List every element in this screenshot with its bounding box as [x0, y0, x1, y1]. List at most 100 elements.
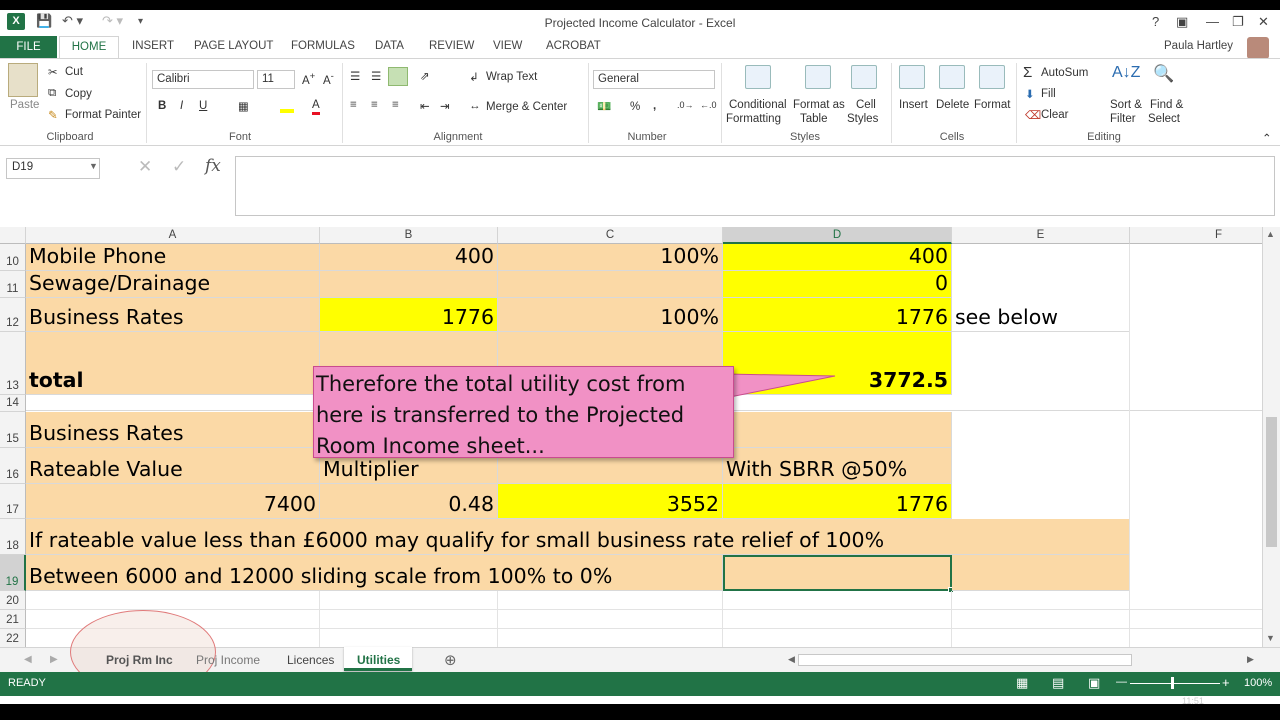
page-layout-view-icon[interactable]: ▤ — [1052, 675, 1064, 691]
cell-b12[interactable]: 1776 — [320, 298, 498, 332]
cell-styles-label2[interactable]: Styles — [847, 113, 878, 125]
decrease-decimal-icon[interactable]: ←.0 — [700, 100, 717, 110]
clear-button[interactable]: Clear — [1041, 109, 1068, 121]
row-header[interactable]: 18 — [0, 519, 26, 555]
insert-function-button[interactable]: fx — [205, 156, 221, 176]
cell-e12[interactable]: see below — [952, 298, 1130, 332]
fill-color-icon[interactable] — [280, 101, 294, 113]
row-header[interactable]: 12 — [0, 298, 26, 332]
paste-icon[interactable] — [8, 63, 38, 97]
scroll-down-icon[interactable]: ▼ — [1266, 633, 1275, 643]
align-middle-icon[interactable]: ☰ — [371, 69, 381, 83]
cell-d17[interactable]: 1776 — [723, 484, 952, 519]
avatar[interactable] — [1247, 37, 1269, 59]
normal-view-icon[interactable]: ▦ — [1016, 675, 1028, 691]
select-all-corner[interactable] — [0, 227, 26, 244]
number-format-select[interactable]: General — [593, 70, 715, 89]
callout-textbox[interactable]: Therefore the total utility cost from he… — [313, 366, 734, 458]
cut-button[interactable]: Cut — [65, 66, 83, 78]
row-header[interactable]: 22 — [0, 629, 26, 647]
increase-indent-icon[interactable]: ⇥ — [440, 99, 450, 113]
minimize-icon[interactable]: — — [1206, 14, 1219, 29]
cell-a11[interactable]: Sewage/Drainage — [26, 271, 320, 298]
increase-decimal-icon[interactable]: .0→ — [677, 100, 694, 110]
cancel-icon[interactable]: ✕ — [138, 157, 152, 177]
cell-b17[interactable]: 0.48 — [320, 484, 498, 519]
align-bottom-icon[interactable] — [388, 67, 408, 86]
format-as-table-icon[interactable] — [805, 65, 831, 89]
format-cells-icon[interactable] — [979, 65, 1005, 89]
row-header[interactable]: 17 — [0, 484, 26, 519]
ribbon-display-icon[interactable]: ▣ — [1176, 14, 1188, 30]
shrink-font-icon[interactable]: A- — [323, 71, 334, 87]
underline-button[interactable]: U — [199, 100, 207, 112]
scroll-up-icon[interactable]: ▲ — [1266, 229, 1275, 239]
name-box-dropdown-icon[interactable]: ▼ — [89, 161, 98, 171]
column-header-f[interactable]: F — [1130, 227, 1262, 244]
cell-a18[interactable]: If rateable value less than £6000 may qu… — [26, 519, 1130, 555]
hscroll-thumb[interactable] — [798, 654, 1132, 666]
cell-a19[interactable]: Between 6000 and 12000 sliding scale fro… — [26, 555, 723, 591]
wrap-text-button[interactable]: Wrap Text — [486, 71, 537, 83]
cell-a13[interactable]: total — [26, 332, 320, 395]
cell-c10[interactable]: 100% — [498, 244, 723, 271]
sheet-tab-utilities[interactable]: Utilities — [357, 653, 400, 667]
sort-filter-icon[interactable]: A↓Z — [1112, 64, 1140, 82]
format-as-table-button[interactable]: Format as — [793, 99, 845, 111]
cell-d16[interactable]: With SBRR @50% — [723, 448, 952, 484]
zoom-level[interactable]: 100% — [1244, 677, 1272, 689]
delete-cells-icon[interactable] — [939, 65, 965, 89]
restore-icon[interactable]: ❐ — [1232, 14, 1244, 30]
tab-file[interactable]: FILE — [0, 36, 57, 58]
insert-cells-button[interactable]: Insert — [899, 99, 928, 111]
formula-input[interactable] — [235, 156, 1275, 216]
cut-icon[interactable]: ✂ — [48, 65, 58, 79]
cell-d15[interactable] — [723, 412, 952, 448]
insert-cells-icon[interactable] — [899, 65, 925, 89]
font-color-icon[interactable]: A — [312, 99, 320, 115]
zoom-out-icon[interactable]: — — [1116, 676, 1127, 688]
currency-icon[interactable]: 💵 — [597, 99, 611, 113]
find-select-icon[interactable]: 🔍 — [1153, 64, 1174, 84]
sheet-tab-proj-rm-inc[interactable]: Proj Rm Inc — [106, 653, 173, 667]
hscroll-right-icon[interactable]: ▶ — [1247, 654, 1254, 665]
copy-icon[interactable]: ⧉ — [48, 87, 56, 100]
font-size-select[interactable]: 11 — [257, 70, 295, 89]
column-header-d[interactable]: D — [723, 227, 952, 244]
zoom-in-icon[interactable]: + — [1222, 675, 1230, 690]
align-top-icon[interactable]: ☰ — [350, 69, 360, 83]
format-painter-icon[interactable]: ✎ — [48, 108, 58, 122]
fill-button[interactable]: Fill — [1041, 88, 1056, 100]
sort-filter-label2[interactable]: Filter — [1110, 113, 1136, 125]
format-as-table-label2[interactable]: Table — [800, 113, 828, 125]
cell-styles-icon[interactable] — [851, 65, 877, 89]
close-icon[interactable]: ✕ — [1258, 14, 1269, 30]
copy-button[interactable]: Copy — [65, 88, 92, 100]
row-header[interactable]: 21 — [0, 610, 26, 629]
tab-acrobat[interactable]: ACROBAT — [546, 40, 601, 52]
tab-page-layout[interactable]: PAGE LAYOUT — [194, 40, 273, 52]
name-box[interactable]: D19 — [6, 158, 100, 179]
delete-cells-button[interactable]: Delete — [936, 99, 969, 111]
tab-home[interactable]: HOME — [59, 36, 119, 59]
grow-font-icon[interactable]: A+ — [302, 71, 315, 87]
row-header[interactable]: 16 — [0, 448, 26, 484]
zoom-slider-track[interactable] — [1130, 683, 1220, 684]
sort-filter-button[interactable]: Sort & — [1110, 99, 1142, 111]
cell-c11[interactable] — [498, 271, 723, 298]
conditional-formatting-label2[interactable]: Formatting — [726, 113, 781, 125]
row-header[interactable]: 11 — [0, 271, 26, 298]
cell-c12[interactable]: 100% — [498, 298, 723, 332]
autosum-icon[interactable]: Σ — [1023, 64, 1032, 81]
font-name-select[interactable]: Calibri — [152, 70, 254, 89]
user-name[interactable]: Paula Hartley — [1164, 40, 1233, 52]
tab-insert[interactable]: INSERT — [132, 40, 174, 52]
cell-c17[interactable]: 3552 — [498, 484, 723, 519]
tab-formulas[interactable]: FORMULAS — [291, 40, 355, 52]
column-header-b[interactable]: B — [320, 227, 498, 244]
new-sheet-icon[interactable]: ⊕ — [444, 651, 457, 669]
borders-icon[interactable]: ▦ — [238, 99, 249, 113]
align-center-icon[interactable]: ≡ — [371, 99, 378, 111]
prev-sheet-icon[interactable]: ◀ — [24, 654, 32, 665]
cell-d11[interactable]: 0 — [723, 271, 952, 298]
